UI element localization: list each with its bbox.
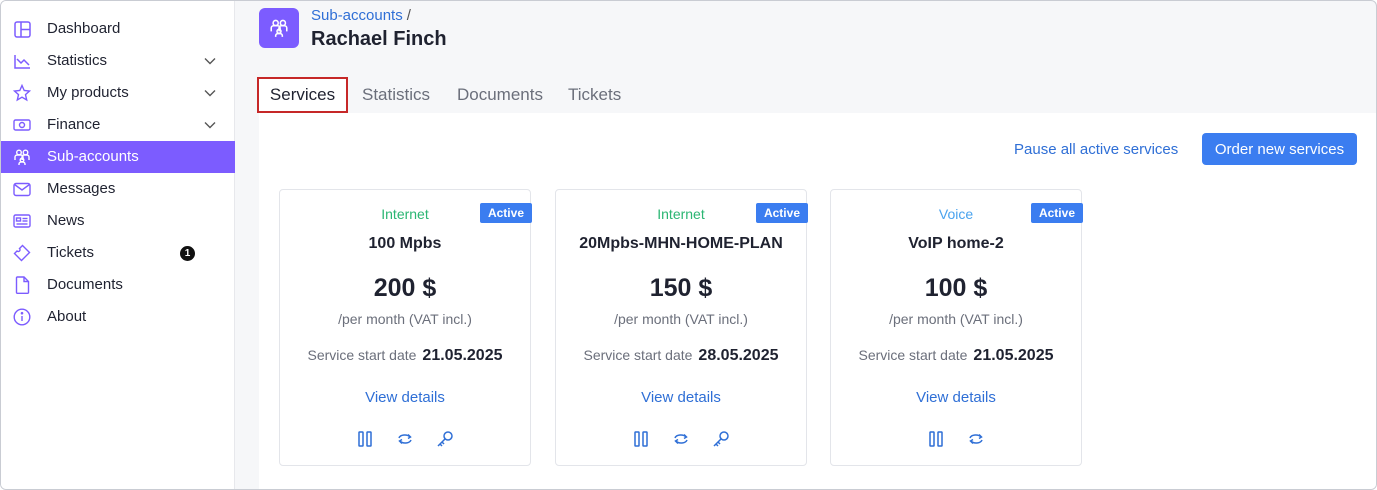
chart-icon bbox=[13, 52, 31, 70]
view-details-link[interactable]: View details bbox=[556, 389, 806, 406]
star-icon bbox=[13, 84, 31, 102]
service-price: 100 $ bbox=[924, 274, 988, 302]
start-date-value: 21.05.2025 bbox=[422, 347, 503, 364]
service-start: Service start date 21.05.2025 bbox=[831, 347, 1081, 365]
start-date-label: Service start date bbox=[583, 347, 693, 363]
start-date-label: Service start date bbox=[307, 347, 417, 363]
sidebar-item-label: Messages bbox=[47, 180, 116, 197]
sidebar-item-finance[interactable]: Finance bbox=[1, 109, 235, 141]
sidebar-item-sub-accounts[interactable]: Sub-accounts bbox=[1, 141, 235, 173]
service-start: Service start date 21.05.2025 bbox=[280, 347, 530, 365]
sidebar-item-label: About bbox=[47, 308, 87, 325]
news-icon bbox=[13, 212, 31, 230]
service-actions bbox=[831, 430, 1081, 448]
sidebar-item-my-products[interactable]: My products bbox=[1, 77, 235, 109]
service-name: VoIP home-2 bbox=[908, 235, 1004, 252]
users-icon bbox=[270, 19, 288, 37]
mail-icon bbox=[13, 180, 31, 198]
sidebar-item-label: Finance bbox=[47, 116, 101, 133]
pause-icon[interactable] bbox=[356, 430, 374, 448]
sidebar-item-label: News bbox=[47, 212, 85, 229]
tab-tickets[interactable]: Tickets bbox=[568, 85, 621, 105]
breadcrumb: Sub-accounts / bbox=[311, 7, 411, 24]
document-icon bbox=[13, 276, 31, 294]
sub-account-avatar bbox=[259, 8, 299, 48]
view-details-link[interactable]: View details bbox=[280, 389, 530, 406]
service-card: Active Voice VoIP home-2 100 $ /per mont… bbox=[830, 189, 1083, 466]
refresh-icon[interactable] bbox=[967, 430, 985, 448]
sidebar-item-news[interactable]: News bbox=[1, 205, 235, 237]
service-price: 150 $ bbox=[649, 274, 713, 302]
page-title: Rachael Finch bbox=[311, 28, 447, 50]
tab-services[interactable]: Services bbox=[257, 77, 348, 113]
price-period: /per month (VAT incl.) bbox=[338, 311, 472, 327]
sidebar-item-label: Statistics bbox=[47, 52, 108, 69]
service-category: Internet bbox=[657, 206, 705, 222]
service-actions bbox=[280, 430, 530, 448]
service-actions bbox=[556, 430, 806, 448]
pause-icon[interactable] bbox=[632, 430, 650, 448]
breadcrumb-link-sub-accounts[interactable]: Sub-accounts bbox=[311, 7, 403, 24]
refresh-icon[interactable] bbox=[396, 430, 414, 448]
price-period: /per month (VAT incl.) bbox=[889, 311, 1023, 327]
sidebar-item-label: Documents bbox=[47, 276, 123, 293]
start-date-value: 28.05.2025 bbox=[698, 347, 779, 364]
service-name: 20Mpbs-MHN-HOME-PLAN bbox=[579, 235, 783, 252]
start-date-value: 21.05.2025 bbox=[973, 347, 1054, 364]
chevron-down-icon bbox=[204, 122, 216, 129]
chevron-down-icon bbox=[204, 90, 216, 97]
ticket-count-badge: 1 bbox=[180, 246, 195, 261]
breadcrumb-separator: / bbox=[406, 7, 411, 24]
sidebar-item-messages[interactable]: Messages bbox=[1, 173, 235, 205]
sidebar: Dashboard Statistics My products Finance bbox=[1, 1, 235, 489]
tab-statistics[interactable]: Statistics bbox=[362, 85, 430, 105]
chevron-down-icon bbox=[204, 58, 216, 65]
sidebar-item-tickets[interactable]: Tickets 1 bbox=[1, 237, 235, 269]
service-category: Voice bbox=[938, 206, 974, 222]
service-card: Active Internet 20Mpbs-MHN-HOME-PLAN 150… bbox=[555, 189, 808, 466]
service-category: Internet bbox=[381, 206, 429, 222]
key-icon[interactable] bbox=[712, 430, 730, 448]
start-date-label: Service start date bbox=[858, 347, 968, 363]
sidebar-item-label: Sub-accounts bbox=[47, 148, 139, 165]
pause-all-services-button[interactable]: Pause all active services bbox=[1014, 141, 1178, 158]
money-icon bbox=[13, 116, 31, 134]
sidebar-item-about[interactable]: About bbox=[1, 301, 235, 333]
users-icon bbox=[13, 148, 31, 166]
sidebar-item-documents[interactable]: Documents bbox=[1, 269, 235, 301]
sidebar-item-label: Dashboard bbox=[47, 20, 121, 37]
sidebar-item-statistics[interactable]: Statistics bbox=[1, 45, 235, 77]
app-window: Dashboard Statistics My products Finance bbox=[0, 0, 1377, 490]
refresh-icon[interactable] bbox=[672, 430, 690, 448]
key-icon[interactable] bbox=[436, 430, 454, 448]
ticket-icon bbox=[13, 244, 31, 262]
sidebar-item-label: My products bbox=[47, 84, 129, 101]
price-period: /per month (VAT incl.) bbox=[614, 311, 748, 327]
sidebar-item-label: Tickets bbox=[47, 244, 94, 261]
info-icon bbox=[13, 308, 31, 326]
service-price: 200 $ bbox=[373, 274, 437, 302]
pause-icon[interactable] bbox=[927, 430, 945, 448]
view-details-link[interactable]: View details bbox=[831, 389, 1081, 406]
service-start: Service start date 28.05.2025 bbox=[556, 347, 806, 365]
service-name: 100 Mpbs bbox=[368, 235, 442, 252]
service-card: Active Internet 100 Mpbs 200 $ /per mont… bbox=[279, 189, 532, 466]
dashboard-icon bbox=[13, 20, 31, 38]
tab-documents[interactable]: Documents bbox=[457, 85, 543, 105]
order-new-services-button[interactable]: Order new services bbox=[1202, 133, 1357, 165]
sidebar-item-dashboard[interactable]: Dashboard bbox=[1, 13, 235, 45]
